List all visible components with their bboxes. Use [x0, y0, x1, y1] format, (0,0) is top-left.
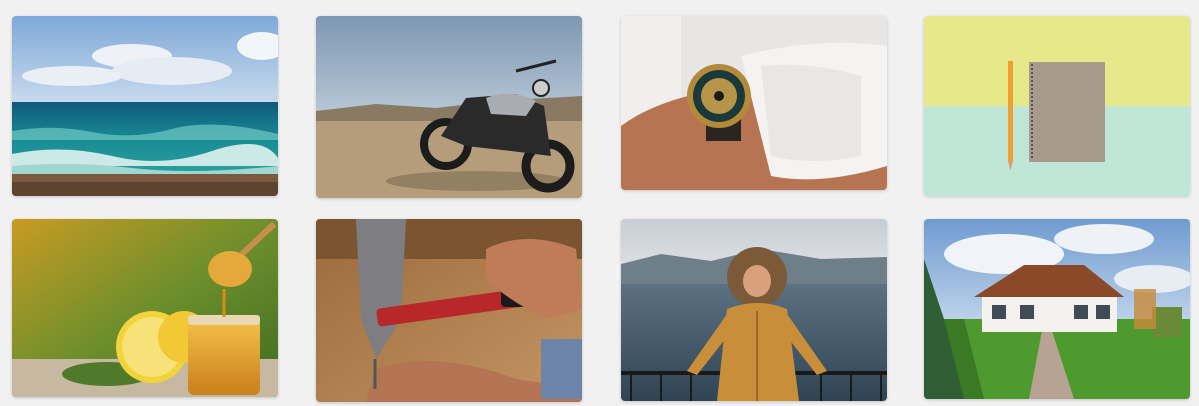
motorcycle-photo: [316, 16, 582, 198]
wristwatch-photo: [621, 16, 887, 190]
honey-lemon-photo: [12, 219, 278, 397]
image-tile-ocean[interactable]: [12, 16, 278, 196]
image-grid: [0, 0, 1199, 406]
image-tile-hammer[interactable]: [316, 219, 582, 402]
ocean-waves-photo: [12, 16, 278, 196]
image-tile-notebook[interactable]: [924, 16, 1190, 196]
hammer-nail-photo: [316, 219, 582, 402]
notebook-pencil-photo: [924, 16, 1190, 196]
woman-lake-photo: [621, 219, 887, 401]
house-lawn-photo: [924, 219, 1190, 399]
image-tile-watch[interactable]: [621, 16, 887, 190]
image-tile-honey[interactable]: [12, 219, 278, 397]
image-tile-motorcycle[interactable]: [316, 16, 582, 198]
image-tile-house[interactable]: [924, 219, 1190, 399]
image-tile-lake[interactable]: [621, 219, 887, 401]
